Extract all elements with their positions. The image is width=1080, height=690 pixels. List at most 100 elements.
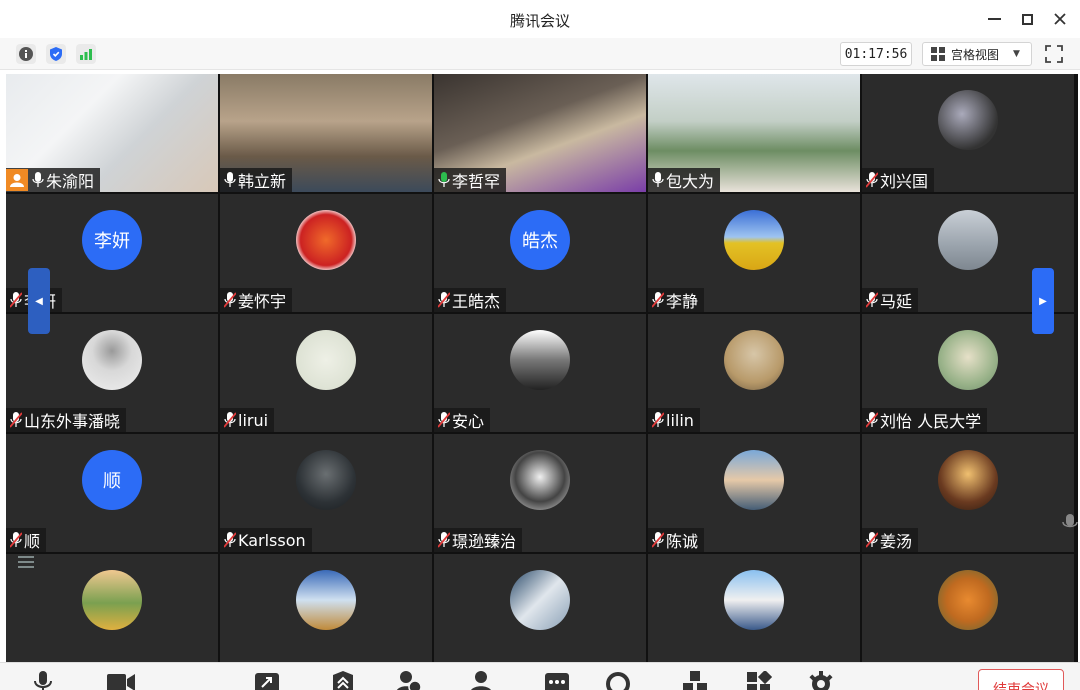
mic-muted-icon bbox=[223, 532, 237, 548]
avatar: 顺 bbox=[82, 450, 142, 510]
meeting-info-button[interactable] bbox=[16, 44, 36, 64]
fullscreen-button[interactable] bbox=[1044, 44, 1066, 64]
mute-button[interactable] bbox=[30, 671, 56, 690]
avatar bbox=[82, 570, 142, 630]
participant-mic-status bbox=[865, 292, 879, 308]
view-mode-dropdown[interactable]: 宫格视图 ▼ bbox=[922, 42, 1032, 66]
participant-nametag: 王皓杰 bbox=[434, 288, 507, 312]
mic-muted-icon bbox=[865, 532, 879, 548]
participant-tile[interactable]: 姜汤 bbox=[862, 434, 1074, 552]
end-meeting-button[interactable]: 结束会议 bbox=[978, 669, 1064, 690]
mic-muted-icon bbox=[9, 412, 23, 428]
participant-tile[interactable]: 陈诚 bbox=[648, 434, 860, 552]
participant-tile[interactable] bbox=[434, 554, 646, 662]
participant-mic-status bbox=[437, 412, 451, 428]
avatar: 皓杰 bbox=[510, 210, 570, 270]
layout-button[interactable] bbox=[746, 669, 773, 690]
participant-name: lilin bbox=[666, 410, 694, 430]
close-icon bbox=[1054, 13, 1066, 25]
participant-name: 安心 bbox=[452, 412, 485, 431]
participant-nametag: 韩立新 bbox=[220, 168, 293, 192]
network-status-button[interactable] bbox=[76, 44, 96, 64]
participants-button[interactable] bbox=[468, 671, 494, 690]
participant-name: Karlsson bbox=[238, 530, 306, 550]
participant-mic-status bbox=[9, 532, 23, 548]
participant-nametag: 包大为 bbox=[648, 168, 721, 192]
participant-tile[interactable]: 朱渝阳 bbox=[6, 74, 218, 192]
mic-icon bbox=[438, 172, 450, 187]
participant-tile[interactable]: 姜怀宇 bbox=[220, 194, 432, 312]
title-bar: 腾讯会议 bbox=[0, 0, 1080, 38]
next-page-button[interactable]: ▶ bbox=[1032, 268, 1054, 334]
floating-list-button[interactable] bbox=[14, 552, 38, 572]
participant-nametag: 安心 bbox=[434, 408, 491, 432]
participant-name: 朱渝阳 bbox=[46, 172, 95, 191]
avatar bbox=[938, 450, 998, 510]
record-button[interactable] bbox=[604, 671, 630, 690]
layout-icon bbox=[747, 669, 773, 690]
record-icon bbox=[606, 672, 630, 690]
participant-tile[interactable] bbox=[862, 554, 1074, 662]
mic-muted-icon bbox=[223, 412, 237, 428]
minimize-button[interactable] bbox=[982, 8, 1006, 30]
avatar bbox=[296, 570, 356, 630]
share-screen-button[interactable] bbox=[254, 671, 280, 690]
settings-button[interactable] bbox=[808, 671, 834, 690]
participant-tile[interactable]: 顺顺 bbox=[6, 434, 218, 552]
mic-muted-icon bbox=[651, 412, 665, 428]
fullscreen-icon bbox=[1045, 45, 1063, 63]
avatar bbox=[938, 330, 998, 390]
participant-tile[interactable]: 韩立新 bbox=[220, 74, 432, 192]
mic-icon bbox=[224, 172, 236, 187]
mic-muted-icon bbox=[865, 172, 879, 188]
participant-name: lirui bbox=[238, 410, 269, 430]
participant-nametag: lirui bbox=[220, 408, 275, 432]
participant-tile[interactable]: 李静 bbox=[648, 194, 860, 312]
mic-muted-icon bbox=[9, 532, 23, 548]
mic-muted-icon bbox=[651, 532, 665, 548]
apps-button[interactable] bbox=[682, 671, 708, 690]
participant-tile[interactable] bbox=[220, 554, 432, 662]
invite-button[interactable] bbox=[394, 671, 422, 690]
video-button[interactable] bbox=[106, 671, 135, 690]
mic-muted-icon bbox=[437, 292, 451, 308]
list-icon bbox=[18, 556, 34, 568]
avatar bbox=[724, 210, 784, 270]
participant-nametag: 李哲罕 bbox=[434, 168, 507, 192]
participant-tile[interactable]: 皓杰 王皓杰 bbox=[434, 194, 646, 312]
participant-name: 李哲罕 bbox=[452, 172, 501, 191]
close-button[interactable] bbox=[1048, 8, 1072, 30]
maximize-button[interactable] bbox=[1015, 8, 1039, 30]
participant-tile[interactable]: 刘兴国 bbox=[862, 74, 1074, 192]
participant-mic-status bbox=[9, 292, 23, 308]
avatar bbox=[296, 330, 356, 390]
chevron-right-icon: ▶ bbox=[1039, 295, 1047, 307]
participant-name: 姜汤 bbox=[880, 532, 913, 551]
participant-tile[interactable]: Karlsson bbox=[220, 434, 432, 552]
participant-tile[interactable]: 李哲罕 bbox=[434, 74, 646, 192]
participant-name: 山东外事潘晓 bbox=[24, 412, 121, 431]
security-status-button[interactable] bbox=[46, 44, 66, 64]
mic-muted-icon bbox=[437, 532, 451, 548]
invite-icon bbox=[396, 671, 422, 690]
participant-tile[interactable] bbox=[648, 554, 860, 662]
participant-tile[interactable]: 璟逊臻治 bbox=[434, 434, 646, 552]
info-icon bbox=[19, 47, 33, 61]
participant-tile[interactable]: lilin bbox=[648, 314, 860, 432]
participant-mic-status bbox=[865, 532, 879, 548]
avatar bbox=[82, 330, 142, 390]
participant-mic-status bbox=[651, 412, 665, 428]
chat-button[interactable] bbox=[544, 671, 570, 690]
floating-mic-button[interactable] bbox=[1060, 508, 1080, 536]
mic-icon bbox=[652, 172, 664, 187]
participant-tile[interactable]: lirui bbox=[220, 314, 432, 432]
participant-mic-status bbox=[865, 172, 879, 188]
mic-muted-icon bbox=[865, 292, 879, 308]
participant-tile[interactable]: 安心 bbox=[434, 314, 646, 432]
security-button[interactable] bbox=[330, 671, 356, 690]
avatar bbox=[296, 210, 356, 270]
participant-mic-status bbox=[438, 172, 450, 188]
previous-page-button[interactable]: ◀ bbox=[28, 268, 50, 334]
mic-icon bbox=[32, 172, 44, 187]
participant-tile[interactable]: 包大为 bbox=[648, 74, 860, 192]
